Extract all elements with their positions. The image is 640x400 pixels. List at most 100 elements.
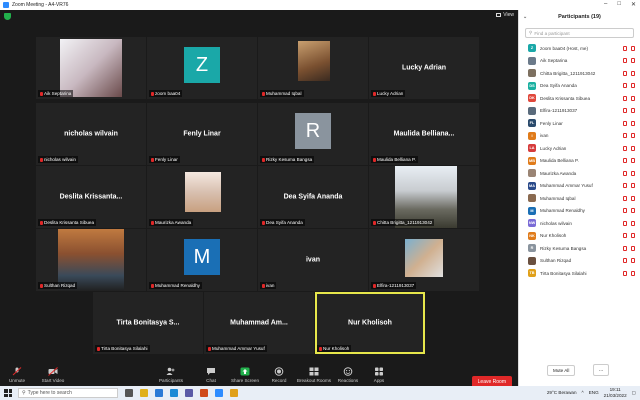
participant-row[interactable]: TB Tirta Bonitasya Silalahi — [519, 267, 640, 280]
office-icon[interactable] — [200, 389, 208, 397]
participant-row[interactable]: M Muhammad Renaldhy — [519, 205, 640, 218]
video-tile[interactable]: Nur Kholisoh Nur Kholisoh — [315, 292, 425, 354]
participant-row[interactable]: DS Dea Syifa Ananda — [519, 80, 640, 93]
maximize-icon[interactable]: □ — [617, 1, 621, 8]
muted-mic-icon — [319, 346, 322, 351]
participant-row[interactable]: Sulthan Rizqad — [519, 255, 640, 268]
close-icon[interactable]: ✕ — [631, 1, 636, 8]
tile-name-label: ivan — [260, 282, 277, 289]
participant-row[interactable]: NW nicholas wilvain — [519, 217, 640, 230]
video-tile[interactable]: Aik Septarina — [36, 37, 146, 99]
participant-row[interactable]: Maurizka Awanda — [519, 167, 640, 180]
store-icon[interactable] — [185, 389, 193, 397]
participant-row[interactable]: DK Deslita Krissanta Sibuea — [519, 92, 640, 105]
video-tile[interactable]: Zzoom baa04 — [147, 37, 257, 99]
tile-name-label: Rizky Kesuma Bangsa — [260, 156, 315, 163]
video-off-icon — [631, 95, 635, 101]
participant-row[interactable]: MB Maulida Belliana P. — [519, 155, 640, 168]
video-off-icon — [631, 83, 635, 89]
video-tile[interactable]: Sulthan Rizqad — [36, 229, 146, 291]
muted-mic-icon — [623, 170, 627, 176]
participant-row[interactable]: Aik Septarina — [519, 55, 640, 68]
participant-name: Sulthan Rizqad — [540, 258, 572, 264]
participant-row[interactable]: FL Fenly Linar — [519, 117, 640, 130]
share-screen-icon — [240, 367, 250, 376]
tile-display-name: Dea Syifa Ananda — [283, 193, 343, 201]
weather-widget[interactable]: 29°C Berawan — [547, 390, 577, 395]
video-tile[interactable]: Lucky Adrian Lucky Adrian — [369, 37, 479, 99]
participant-name: Tirta Bonitasya Silalahi — [101, 346, 148, 351]
reactions-button[interactable]: Reactions — [331, 367, 365, 383]
video-tile[interactable]: Tirta Bonitasya S... Tirta Bonitasya Sila… — [93, 292, 203, 354]
video-tile[interactable]: Maurizka Awanda — [147, 166, 257, 228]
video-tile[interactable]: ivan ivan — [258, 229, 368, 291]
more-options-button[interactable]: ... — [593, 364, 610, 376]
file-explorer-icon[interactable] — [140, 389, 148, 397]
view-button[interactable]: View — [496, 12, 514, 18]
title-bar: Zoom Meeting - A4-VR76 – □ ✕ — [0, 0, 640, 10]
participant-row[interactable]: MA Muhammad Ammar Yusuf — [519, 180, 640, 193]
unmute-button[interactable]: Unmute — [0, 367, 34, 383]
video-tile[interactable]: Maulida Belliana... Maulida Belliana P. — [369, 103, 479, 165]
participant-row[interactable]: LA Lucky Adrian — [519, 142, 640, 155]
record-button[interactable]: Record — [262, 367, 296, 383]
task-view-icon[interactable] — [125, 389, 133, 397]
search-icon: ⚲ — [22, 390, 26, 396]
participant-row[interactable]: Muhammad Iqbal — [519, 192, 640, 205]
language-indicator[interactable]: ENG — [589, 390, 599, 395]
participant-row[interactable]: Iivan — [519, 130, 640, 143]
avatar: NW — [528, 219, 536, 228]
video-tile[interactable]: Dea Syifa Ananda Dea Syifa Ananda — [258, 166, 368, 228]
windows-start-icon[interactable] — [4, 389, 12, 397]
participant-row[interactable]: Chitta Brigitta_1211913042 — [519, 67, 640, 80]
zoom-app-icon[interactable] — [215, 389, 223, 397]
meeting-area: View Aik Septarina Zzoom baa04 Muhammad Iq… — [0, 10, 518, 396]
video-off-icon — [631, 195, 635, 201]
mute-all-button[interactable]: Mute All — [547, 365, 576, 376]
mail-icon[interactable] — [155, 389, 163, 397]
chat-button[interactable]: Chat — [194, 367, 228, 383]
video-off-icon — [631, 108, 635, 114]
video-tile[interactable]: Elfira-1211913037 — [369, 229, 479, 291]
participant-name: Maulida Belliana P. — [377, 157, 416, 162]
edge-browser-icon[interactable] — [170, 389, 178, 397]
participant-row[interactable]: Zzoom baa04 (Host, me) — [519, 42, 640, 55]
share-screen-button[interactable]: Share Screen — [227, 367, 263, 383]
avatar: TB — [528, 269, 536, 278]
tile-name-label: Elfira-1211913037 — [371, 282, 417, 289]
notification-icon[interactable]: ▢ — [632, 390, 636, 396]
participant-search-input[interactable]: ⚲ Find a participant — [525, 28, 634, 38]
video-tile[interactable]: Fenly Linar Fenly Linar — [147, 103, 257, 165]
video-tile[interactable]: R Rizky Kesuma Bangsa — [258, 103, 368, 165]
video-tile[interactable]: Deslita Krissanta... Deslita Krissanta Si… — [36, 166, 146, 228]
tile-display-name: Maulida Belliana... — [393, 130, 455, 138]
participant-name: Aik Septarina — [44, 91, 72, 96]
apps-button[interactable]: Apps — [362, 367, 396, 383]
participant-row[interactable]: Elfira-1211913037 — [519, 105, 640, 118]
security-shield-icon[interactable] — [4, 13, 11, 20]
video-tile[interactable]: M Muhammad Renaldhy — [147, 229, 257, 291]
start-video-button[interactable]: Start Video — [36, 367, 70, 383]
clock[interactable]: 19:11 21/03/2022 — [604, 387, 627, 398]
tile-name-label: Muhammad Iqbal — [260, 90, 304, 97]
collapse-panel-icon[interactable]: ⌄ — [523, 14, 527, 20]
participant-row[interactable]: NK Nur Kholisoh — [519, 230, 640, 243]
video-tile[interactable]: nicholas wilvain nicholas wilvain — [36, 103, 146, 165]
video-tile[interactable]: Muhammad Iqbal — [258, 37, 368, 99]
avatar: R — [528, 244, 536, 253]
tile-display-name: Nur Kholisoh — [348, 319, 392, 327]
tray-chevron-icon[interactable]: ^ — [582, 390, 584, 395]
avatar: R — [295, 113, 331, 149]
video-tile[interactable]: Chitta Brigitta_1211913042 — [369, 166, 479, 228]
chrome-icon[interactable] — [230, 389, 238, 397]
video-off-icon — [631, 120, 635, 126]
taskbar-search-input[interactable]: ⚲ Type here to search — [18, 388, 118, 398]
minimize-icon[interactable]: – — [604, 1, 607, 8]
breakout-rooms-button[interactable]: Breakout Rooms — [295, 367, 333, 383]
participants-button[interactable]: Participants — [154, 367, 188, 383]
muted-mic-icon — [623, 183, 627, 189]
participant-name: Maurizka Awanda — [155, 220, 192, 225]
video-tile[interactable]: Muhammad Am... Muhammad Ammar Yusuf — [204, 292, 314, 354]
participant-name: Dea Syifa Ananda — [540, 83, 577, 89]
participant-row[interactable]: R Rizky Kesuma Bangsa — [519, 242, 640, 255]
